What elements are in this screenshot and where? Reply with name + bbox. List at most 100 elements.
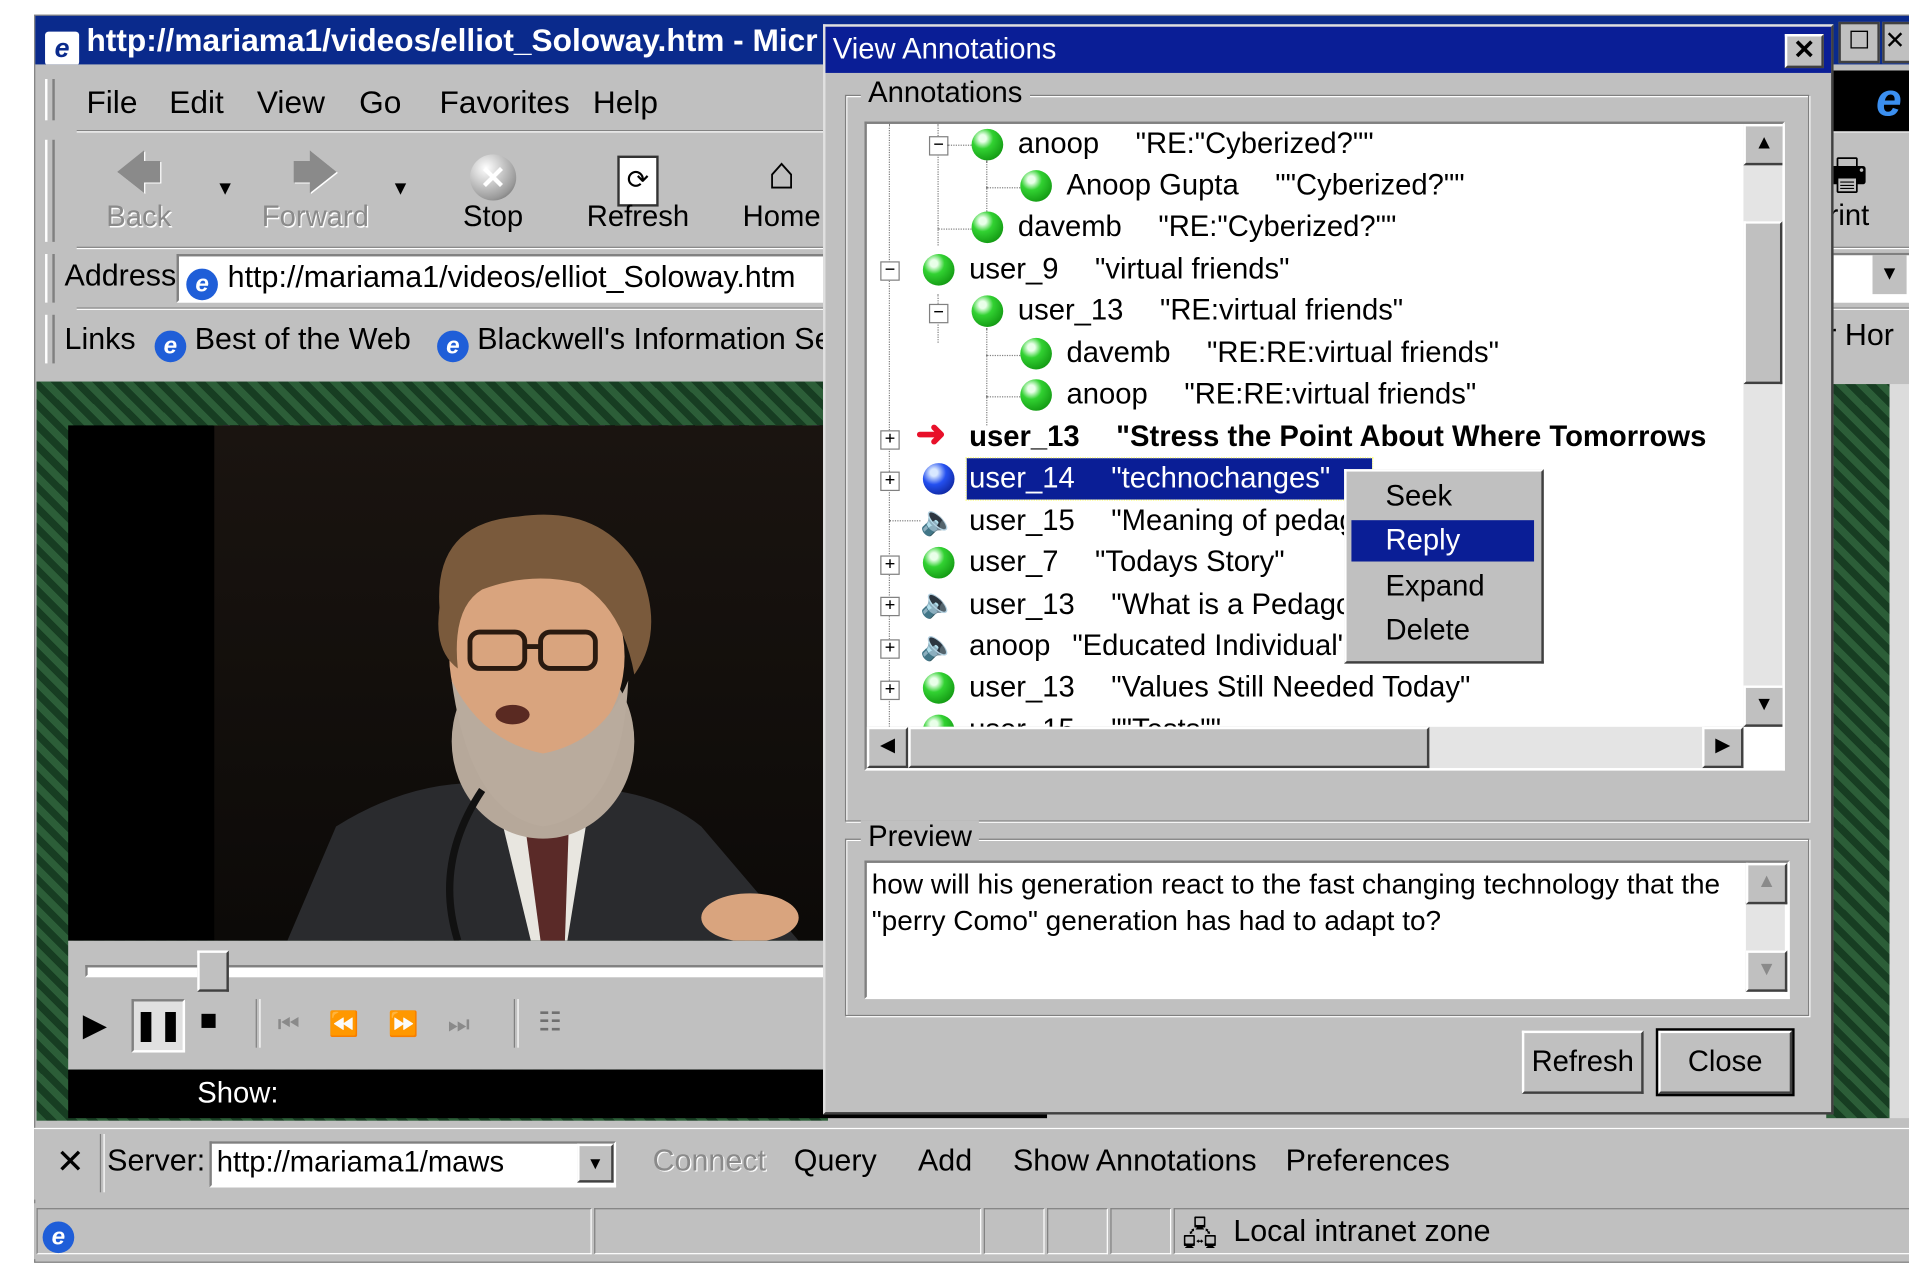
tree-node-selected[interactable]: user_14 "technochanges" [965,456,1373,501]
menu-item-delete[interactable]: Delete [1351,610,1534,651]
tree-node[interactable]: anoop "Educated Individual" [969,626,1348,667]
playlist-icon[interactable]: ☷ [538,1006,562,1038]
refresh-button[interactable]: ⟳ Refresh [586,147,691,235]
preview-label: Preview [860,820,980,855]
page-status-icon: e [42,1221,75,1254]
scroll-up-icon[interactable]: ▲ [1745,862,1788,905]
stop-media-icon[interactable]: ■ [200,1004,218,1038]
menu-favorites[interactable]: Favorites [440,84,570,122]
menu-help[interactable]: Help [593,84,658,122]
tree-node[interactable]: Anoop Gupta ""Cyberized?"" [1067,165,1465,206]
close-window-icon[interactable]: ✕ [1882,21,1909,64]
forward-dropdown-icon[interactable]: ▼ [391,179,410,201]
close-button[interactable]: Close [1655,1028,1795,1097]
tree-node[interactable]: davemb "RE:"Cyberized?"" [1018,207,1396,248]
dialog-title: View Annotations [832,32,1057,66]
menu-grip[interactable] [45,79,55,121]
expand-icon[interactable]: + [880,639,900,659]
expand-icon[interactable]: + [880,430,900,450]
tree-node[interactable]: davemb "RE:RE:virtual friends" [1067,333,1499,374]
annotation-icon [922,546,955,579]
preview-text-box[interactable]: how will his generation react to the fas… [864,860,1790,1000]
home-button[interactable]: ⌂ Home [739,147,824,235]
add-button[interactable]: Add [918,1144,972,1179]
view-annotations-dialog: View Annotations ✕ Annotations − anoop "R… [823,24,1834,1115]
preview-text: how will his generation react to the fas… [871,867,1721,936]
show-annotations-button[interactable]: Show Annotations [1013,1144,1257,1179]
tree-node[interactable]: user_13 "RE:virtual friends" [1018,290,1403,331]
annotations-tree[interactable]: − anoop "RE:"Cyberized?"" Anoop Gupta ""Cy… [864,121,1785,771]
page-scrollbar[interactable] [1889,384,1909,1119]
toolbar-grip[interactable] [45,139,55,242]
scroll-right-icon[interactable]: ▶ [1702,726,1744,769]
expand-icon[interactable]: + [880,680,900,701]
links-grip[interactable] [45,314,55,364]
menu-view[interactable]: View [257,84,325,122]
stop-button[interactable]: ✕ Stop [454,147,532,235]
menu-item-expand[interactable]: Expand [1351,566,1534,607]
back-button[interactable]: 🡄 Back [91,147,186,235]
annotation-icon [971,128,1004,161]
scroll-down-icon[interactable]: ▼ [1745,950,1788,992]
annotation-icon [1020,379,1052,411]
tree-node[interactable]: user_13 "Stress the Point About Where Tom… [969,417,1706,458]
tree-horizontal-scrollbar[interactable]: ◀ ▶ [866,726,1744,769]
query-button[interactable]: Query [794,1144,877,1179]
collapse-icon[interactable]: − [928,304,949,324]
pause-icon[interactable]: ❚❚ [131,999,186,1053]
scroll-thumb[interactable] [1743,221,1783,385]
tree-vertical-scrollbar[interactable]: ▲ ▼ [1743,123,1783,727]
connect-button[interactable]: Connect [653,1144,766,1179]
address-grip[interactable] [45,254,55,303]
preview-scrollbar[interactable]: ▲ ▼ [1745,862,1788,992]
h-scroll-thumb[interactable] [908,726,1430,769]
refresh-button[interactable]: Refresh [1521,1030,1644,1094]
menu-item-reply[interactable]: Reply [1351,520,1535,562]
speaker-video-image [287,514,799,941]
context-menu: Seek Reply Expand Delete [1344,469,1544,664]
link-best-of-web[interactable]: e Best of the Web [154,322,411,363]
media-player-controls: ▶ ❚❚ ■ ⏮⏪⏩⏭ ☷ [68,940,828,1070]
tree-node[interactable]: user_13 "What is a Pedago [969,585,1352,626]
menu-go[interactable]: Go [359,84,401,122]
preferences-button[interactable]: Preferences [1286,1144,1450,1179]
tree-node[interactable]: user_15 "Meaning of pedag [969,501,1355,542]
expand-icon[interactable]: + [880,596,900,617]
server-select[interactable]: http://mariama1/maws ▼ [209,1141,617,1188]
print-label[interactable]: rint [1829,199,1870,233]
annotation-toolbar: ✕ Server: http://mariama1/maws ▼ Connect… [34,1127,1909,1200]
menu-item-seek[interactable]: Seek [1351,476,1534,517]
forward-button[interactable]: 🡆 Forward [254,147,376,235]
maximize-icon[interactable]: ☐ [1838,21,1880,64]
annotation-icon [971,211,1004,244]
address-dropdown[interactable]: ▼ [1831,252,1909,302]
video-display[interactable] [68,425,826,941]
tree-node[interactable]: user_9 "virtual friends" [969,249,1289,290]
scroll-down-icon[interactable]: ▼ [1743,685,1783,727]
chevron-down-icon[interactable]: ▼ [577,1143,614,1183]
dialog-close-icon[interactable]: ✕ [1784,34,1824,69]
server-label: Server: [107,1143,206,1178]
tree-node[interactable]: user_7 "Todays Story" [969,542,1285,583]
tree-node[interactable]: anoop "RE:"Cyberized?"" [1018,124,1374,165]
link-blackwells[interactable]: e Blackwell's Information Serv [437,322,857,363]
close-toolbar-icon[interactable]: ✕ [56,1141,85,1181]
menu-file[interactable]: File [86,84,137,122]
scroll-up-icon[interactable]: ▲ [1743,123,1783,166]
link-overflow[interactable]: r Hor [1826,318,1894,353]
expand-icon[interactable]: + [880,472,900,492]
seek-thumb[interactable] [197,950,229,992]
annotation-icon [922,672,955,704]
tree-node[interactable]: user_13 "Values Still Needed Today" [969,667,1470,708]
annotation-icon [1020,170,1052,202]
play-icon[interactable]: ▶ [83,1006,107,1044]
collapse-icon[interactable]: − [880,261,900,281]
back-dropdown-icon[interactable]: ▼ [215,179,234,201]
menu-edit[interactable]: Edit [169,84,224,122]
expand-icon[interactable]: + [880,555,900,575]
audio-annotation-icon: 🔈 [920,629,957,663]
stop-icon: ✕ [454,147,532,201]
tree-node[interactable]: anoop "RE:RE:virtual friends" [1067,374,1477,415]
collapse-icon[interactable]: − [928,136,949,156]
scroll-left-icon[interactable]: ◀ [866,726,909,769]
